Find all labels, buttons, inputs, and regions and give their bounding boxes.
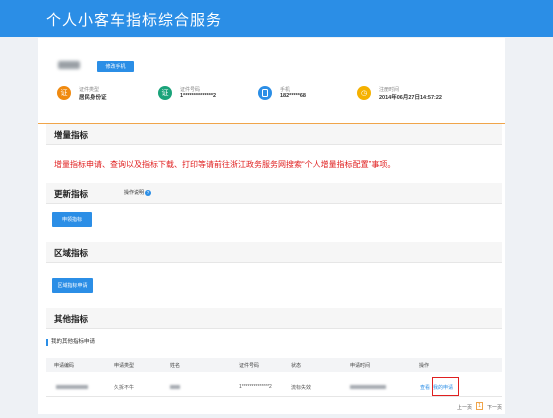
section-title: 区域指标 [54,248,89,258]
help-link[interactable]: 操作说明? [124,189,152,196]
clock-icon: ◷ [357,86,371,100]
section-title: 其他指标 [54,314,89,324]
applicant-name [170,385,180,389]
section-other-header: 其他指标 [46,308,502,329]
section-title: 增量指标 [54,130,89,140]
info-label: 注册时间 [379,87,400,93]
info-value: 1**************2 [180,93,217,99]
phone-icon [258,86,272,100]
id-number-icon: 证 [158,86,172,100]
apply-time [350,385,386,389]
info-label: 证件号码 [180,87,201,93]
col-apply-time: 申请时间 [350,363,371,369]
info-value: 居民身份证 [79,95,107,101]
question-icon: ? [145,189,152,196]
prev-page-link[interactable]: 上一页 [457,404,472,411]
section-regional-header: 区域指标 [46,242,502,263]
status: 流标失效 [291,385,312,391]
info-value: 2014年06月27日14:57:22 [379,95,442,101]
increment-notice: 增量指标申请、查询以及指标下载、打印等请前往浙江政务服务网搜索“个人增量指标配置… [54,160,396,169]
id-number: 1**************2 [239,384,272,390]
col-apply-type: 申请类型 [114,363,135,369]
apply-code [56,385,88,389]
view-link[interactable]: 查看 [420,384,430,391]
section-renewal-header: 更新指标 操作说明? [46,183,502,204]
section-title: 更新指标 [54,189,89,199]
col-apply-code: 申请编码 [54,363,75,369]
highlight-box [432,377,459,396]
other-sub-title: 我的其他指标申请 [46,339,95,346]
info-label: 证件类型 [79,87,100,93]
col-name: 姓名 [170,363,181,369]
info-value: 182*****68 [280,93,306,99]
id-card-icon: 证 [57,86,71,100]
info-label: 手机 [280,87,291,93]
col-id-number: 证件号码 [239,363,260,369]
col-status: 状态 [291,363,302,369]
apply-quota-button[interactable]: 申领指标 [52,212,92,227]
app-title: 个人小客车指标综合服务 [46,12,223,29]
page-current[interactable]: 1 [476,402,483,410]
regional-apply-button[interactable]: 区域指标申请 [52,278,93,293]
col-operation: 操作 [419,363,430,369]
user-name [58,61,80,69]
apply-type: 久拆不牛 [114,385,135,391]
modify-phone-button[interactable]: 修改手机 [97,61,134,72]
next-page-link[interactable]: 下一页 [487,404,502,411]
table-header: 申请编码 申请类型 姓名 证件号码 状态 申请时间 操作 [46,358,502,372]
top-bar: 个人小客车指标综合服务 [0,0,553,37]
help-label: 操作说明 [124,190,145,196]
section-increment-header: 增量指标 [46,124,502,145]
